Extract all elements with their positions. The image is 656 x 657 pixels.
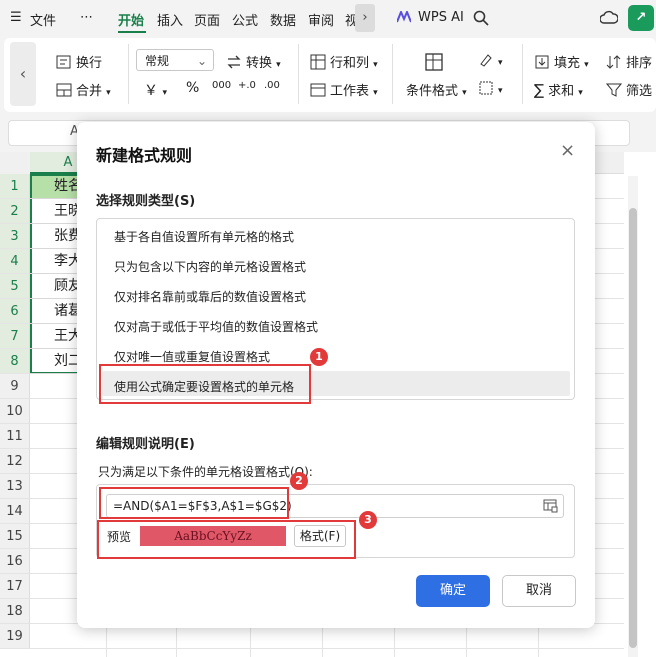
annotation-box-2	[99, 487, 289, 519]
rule-type-option[interactable]: 仅对排名靠前或靠后的数值设置格式	[114, 288, 306, 305]
ok-button[interactable]: 确定	[416, 575, 490, 607]
filter-icon	[606, 83, 622, 97]
row-header[interactable]: 3	[0, 224, 30, 249]
row-header[interactable]: 9	[0, 374, 30, 399]
tab-scroll-right-button[interactable]: ›	[355, 4, 375, 32]
chevron-down-icon: ⌄	[196, 54, 207, 68]
rule-type-option[interactable]: 基于各自值设置所有单元格的格式	[114, 228, 294, 245]
menu-file[interactable]: 文件	[30, 10, 56, 29]
tab-data[interactable]: 数据	[270, 10, 296, 29]
cloud-icon[interactable]	[600, 10, 618, 26]
tab-page[interactable]: 页面	[194, 10, 220, 29]
percent-button[interactable]: %	[186, 80, 199, 96]
conditional-format-label[interactable]: 条件格式 ▾	[406, 80, 467, 99]
row-header[interactable]: 14	[0, 499, 30, 524]
share-button[interactable]: ↗	[628, 5, 654, 31]
rule-type-label: 选择规则类型(S)	[96, 194, 196, 209]
row-header[interactable]: 2	[0, 199, 30, 224]
sort-icon	[606, 55, 621, 69]
row-header[interactable]: 8	[0, 349, 30, 374]
wrap-text-icon	[56, 55, 71, 69]
sort-button[interactable]: 排序	[606, 52, 652, 71]
worksheet-icon	[310, 83, 326, 97]
sum-button[interactable]: ∑ 求和 ▾	[534, 80, 583, 99]
ribbon-separator	[522, 44, 523, 104]
row-header[interactable]: 12	[0, 449, 30, 474]
range-picker-icon[interactable]	[543, 498, 558, 513]
annotation-box-1	[99, 364, 311, 404]
tab-review[interactable]: 审阅	[308, 10, 334, 29]
ribbon	[4, 38, 656, 112]
rule-type-option[interactable]: 仅对唯一值或重复值设置格式	[114, 348, 270, 365]
filter-button[interactable]: 筛选	[606, 80, 652, 99]
wps-ai-button[interactable]: WPS AI	[418, 10, 464, 25]
more-icon[interactable]: ⋯	[80, 10, 93, 25]
thousands-button[interactable]: 000	[212, 80, 231, 91]
hamburger-icon[interactable]: ☰	[10, 10, 22, 25]
decrease-decimal-button[interactable]: .00	[264, 80, 280, 91]
ribbon-separator	[392, 44, 393, 104]
conditional-format-icon	[425, 53, 443, 71]
active-tab-indicator	[118, 31, 146, 33]
annotation-box-3	[97, 520, 356, 559]
merge-icon	[56, 83, 72, 97]
row-header[interactable]: 17	[0, 574, 30, 599]
number-format-select[interactable]: 常规 ⌄	[136, 49, 214, 71]
row-header[interactable]: 6	[0, 299, 30, 324]
annotation-badge-3: 3	[359, 511, 377, 529]
cancel-button[interactable]: 取消	[502, 575, 576, 607]
tab-formula[interactable]: 公式	[232, 10, 258, 29]
annotation-badge-2: 2	[290, 472, 308, 490]
row-header[interactable]: 18	[0, 599, 30, 624]
row-col-icon	[310, 54, 326, 70]
menu-bar: ☰ 文件 ⋯ 开始 插入 页面 公式 数据 审阅 视	[0, 0, 656, 36]
search-icon[interactable]	[473, 10, 489, 26]
condition-label: 只为满足以下条件的单元格设置格式(O):	[98, 465, 313, 479]
ribbon-separator	[128, 44, 129, 104]
wrap-button[interactable]: 换行	[56, 52, 102, 71]
convert-icon	[227, 55, 241, 69]
fill-icon	[535, 55, 549, 69]
border-button[interactable]: ▾	[478, 80, 503, 97]
dialog-title: 新建格式规则	[96, 146, 193, 165]
row-header[interactable]: 15	[0, 524, 30, 549]
wps-ai-logo-icon	[397, 11, 411, 23]
conditional-format-button[interactable]	[404, 52, 464, 76]
row-header[interactable]: 5	[0, 274, 30, 299]
currency-button[interactable]: ￥ ▾	[144, 80, 167, 100]
row-col-button[interactable]: 行和列 ▾	[310, 52, 378, 71]
row-header[interactable]: 16	[0, 549, 30, 574]
tab-insert[interactable]: 插入	[157, 10, 183, 29]
tab-home[interactable]: 开始	[118, 10, 144, 29]
rule-type-option[interactable]: 仅对高于或低于平均值的数值设置格式	[114, 318, 318, 335]
increase-decimal-button[interactable]: +.0	[238, 80, 256, 91]
row-header[interactable]: 1	[0, 174, 30, 199]
convert-button[interactable]: 转换 ▾	[226, 52, 281, 71]
ribbon-separator	[298, 44, 299, 104]
row-header[interactable]: 19	[0, 624, 30, 649]
worksheet-button[interactable]: 工作表 ▾	[310, 80, 378, 99]
row-header[interactable]: 11	[0, 424, 30, 449]
row-header[interactable]: 4	[0, 249, 30, 274]
rule-type-option[interactable]: 只为包含以下内容的单元格设置格式	[114, 258, 306, 275]
row-header[interactable]: 13	[0, 474, 30, 499]
close-icon[interactable]: ×	[560, 140, 575, 161]
border-icon	[479, 81, 493, 95]
row-header[interactable]: 7	[0, 324, 30, 349]
annotation-badge-1: 1	[310, 348, 328, 366]
fill-button[interactable]: 填充 ▾	[534, 52, 589, 71]
sigma-icon: ∑	[534, 81, 545, 99]
merge-button[interactable]: 合并 ▾	[56, 80, 111, 99]
paint-icon	[480, 54, 492, 67]
edit-rule-label: 编辑规则说明(E)	[96, 437, 195, 452]
select-all-corner[interactable]	[0, 152, 31, 175]
cell-style-button[interactable]: ▾	[478, 52, 503, 69]
vertical-scrollbar-thumb[interactable]	[629, 208, 637, 648]
row-header[interactable]: 10	[0, 399, 30, 424]
ribbon-scroll-left-button[interactable]: ‹	[10, 42, 36, 106]
